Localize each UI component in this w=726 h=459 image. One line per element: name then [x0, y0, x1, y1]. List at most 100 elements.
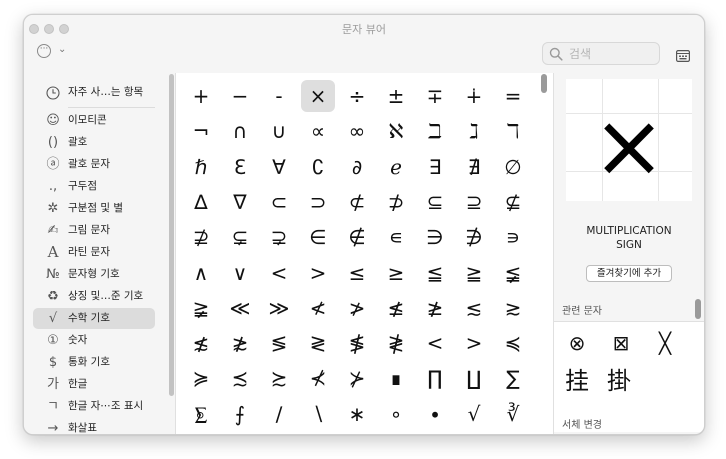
character-cell[interactable]: ∀ — [262, 151, 296, 183]
related-character[interactable]: 掛 — [604, 366, 634, 396]
options-menu-button[interactable]: ··· ⌄ — [37, 44, 73, 62]
character-cell[interactable]: ℯ — [379, 151, 413, 183]
character-cell[interactable]: ≼ — [496, 327, 530, 359]
character-cell[interactable]: ≥ — [379, 257, 413, 289]
character-cell[interactable]: ∆ — [184, 186, 218, 218]
character-cell[interactable]: ∩ — [223, 115, 257, 147]
character-cell[interactable]: ∝ — [301, 115, 335, 147]
character-cell[interactable]: < — [262, 257, 296, 289]
category-brackets[interactable]: () 괄호 — [33, 132, 155, 153]
character-cell[interactable]: ∋ — [418, 221, 452, 253]
character-cell[interactable]: ⊈ — [496, 186, 530, 218]
character-cell[interactable]: ℸ — [496, 115, 530, 147]
search-input[interactable] — [569, 46, 655, 61]
character-cell[interactable]: ∎ — [379, 362, 413, 394]
search-field[interactable] — [542, 42, 660, 65]
character-cell[interactable]: ≴ — [184, 327, 218, 359]
category-digits[interactable]: ① 숫자 — [33, 330, 155, 351]
character-cell[interactable]: = — [496, 80, 530, 112]
character-cell[interactable]: ∇ — [223, 186, 257, 218]
character-cell[interactable]: ≲ — [457, 292, 491, 324]
character-cell[interactable]: ⊊ — [223, 221, 257, 253]
category-pictographs[interactable]: ✍ 그림 문자 — [33, 220, 155, 241]
character-cell[interactable]: ∑ — [496, 362, 530, 394]
character-cell[interactable]: ≸ — [340, 327, 374, 359]
character-cell[interactable]: ≯ — [340, 292, 374, 324]
character-cell[interactable]: ≷ — [301, 327, 335, 359]
related-character[interactable]: ╳ — [650, 328, 680, 358]
character-cell[interactable]: ∐ — [457, 362, 491, 394]
character-cell[interactable]: ⊄ — [340, 186, 374, 218]
category-hangul[interactable]: 가 한글 — [33, 374, 155, 395]
character-cell[interactable]: ∌ — [457, 221, 491, 253]
category-signs-standard-symbols[interactable]: ♻ 상징 및…준 기호 — [33, 286, 155, 307]
character-cell[interactable]: ⊀ — [301, 362, 335, 394]
character-cell[interactable]: > — [301, 257, 335, 289]
character-cell[interactable]: ≫ — [262, 292, 296, 324]
character-cell[interactable]: ¬ — [184, 115, 218, 147]
character-cell[interactable]: ≳ — [496, 292, 530, 324]
character-cell[interactable]: ± — [379, 80, 413, 112]
character-cell[interactable]: ⨍ — [223, 398, 257, 430]
category-enclosed-characters[interactable]: ⓐ 괄호 문자 — [33, 154, 155, 175]
character-cell[interactable]: × — [301, 80, 335, 112]
character-cell[interactable]: ∈ — [301, 221, 335, 253]
character-cell[interactable]: ∄ — [457, 151, 491, 183]
character-cell[interactable]: ≿ — [262, 362, 296, 394]
character-cell[interactable]: ∏ — [418, 362, 452, 394]
character-cell[interactable]: - — [262, 80, 296, 112]
character-cell[interactable]: ∗ — [340, 398, 374, 430]
character-cell[interactable]: ∍ — [496, 221, 530, 253]
character-cell[interactable]: ∨ — [223, 257, 257, 289]
character-cell[interactable]: ∙ — [418, 398, 452, 430]
character-cell[interactable]: ℷ — [457, 115, 491, 147]
character-cell[interactable]: ∂ — [340, 151, 374, 183]
category-arrows[interactable]: → 화살표 — [33, 418, 155, 434]
character-cell[interactable]: > — [457, 327, 491, 359]
keyboard-layout-button[interactable] — [676, 47, 691, 66]
character-cell[interactable]: ∃ — [418, 151, 452, 183]
character-cell[interactable]: ℵ — [379, 115, 413, 147]
character-cell[interactable]: − — [223, 80, 257, 112]
character-cell[interactable]: ⊁ — [340, 362, 374, 394]
character-cell[interactable]: ≤ — [340, 257, 374, 289]
character-cell[interactable]: ⊋ — [262, 221, 296, 253]
character-cell[interactable]: ≨ — [496, 257, 530, 289]
grid-scrollbar[interactable] — [541, 74, 547, 93]
character-cell[interactable]: ∔ — [457, 80, 491, 112]
character-cell[interactable]: ∞ — [340, 115, 374, 147]
character-cell[interactable]: √ — [457, 398, 491, 430]
character-cell[interactable]: ∕ — [262, 398, 296, 430]
character-cell[interactable]: ≰ — [379, 292, 413, 324]
character-cell[interactable]: ≽ — [184, 362, 218, 394]
character-cell[interactable]: ≩ — [184, 292, 218, 324]
category-emoji[interactable]: ☺ 이모티콘 — [33, 110, 155, 131]
detail-scrollbar[interactable] — [695, 299, 701, 319]
related-character[interactable]: 挂 — [562, 366, 592, 396]
character-cell[interactable]: ≾ — [223, 362, 257, 394]
sidebar-scrollbar[interactable] — [169, 74, 174, 396]
category-bullets-stars[interactable]: ✲ 구분점 및 별 — [33, 198, 155, 219]
character-cell[interactable]: ≦ — [418, 257, 452, 289]
category-math-symbols[interactable]: √ 수학 기호 — [33, 308, 155, 329]
character-cell[interactable]: ≶ — [262, 327, 296, 359]
character-cell[interactable]: ⊆ — [418, 186, 452, 218]
character-cell[interactable]: ⊇ — [457, 186, 491, 218]
character-cell[interactable]: ∛ — [496, 398, 530, 430]
character-cell[interactable]: ⨊ — [184, 398, 218, 430]
character-cell[interactable]: < — [418, 327, 452, 359]
category-letterlike-symbols[interactable]: № 문자형 기호 — [33, 264, 155, 285]
character-cell[interactable]: ∘ — [379, 398, 413, 430]
character-cell[interactable]: ⊅ — [379, 186, 413, 218]
character-cell[interactable]: ∖ — [301, 398, 335, 430]
character-cell[interactable]: ∉ — [340, 221, 374, 253]
character-cell[interactable]: ⊉ — [184, 221, 218, 253]
character-cell[interactable]: ÷ — [340, 80, 374, 112]
character-cell[interactable]: ≮ — [301, 292, 335, 324]
character-cell[interactable]: ≵ — [223, 327, 257, 359]
character-cell[interactable]: ℶ — [418, 115, 452, 147]
character-cell[interactable]: ℏ — [184, 151, 218, 183]
character-cell[interactable]: ℇ — [223, 151, 257, 183]
character-cell[interactable]: ⊂ — [262, 186, 296, 218]
character-cell[interactable]: ≪ — [223, 292, 257, 324]
